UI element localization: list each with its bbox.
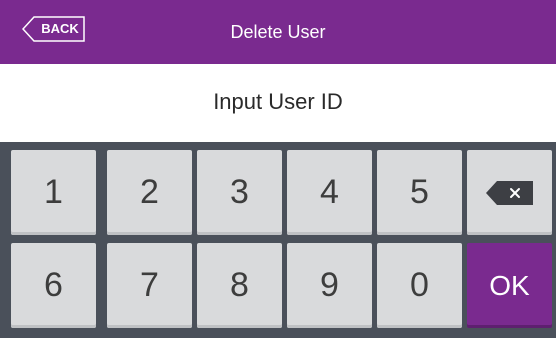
header-bar: BACK Delete User bbox=[0, 0, 556, 64]
ok-button[interactable]: OK bbox=[467, 243, 552, 328]
numeric-keypad: 1 2 3 4 5 6 7 8 9 0 OK bbox=[0, 142, 556, 338]
key-8[interactable]: 8 bbox=[197, 243, 282, 328]
backspace-icon bbox=[485, 180, 533, 205]
key-1[interactable]: 1 bbox=[11, 150, 96, 235]
input-prompt: Input User ID bbox=[213, 89, 343, 114]
key-7[interactable]: 7 bbox=[107, 243, 192, 328]
key-2[interactable]: 2 bbox=[107, 150, 192, 235]
key-0[interactable]: 0 bbox=[377, 243, 462, 328]
page-title: Delete User bbox=[230, 22, 326, 42]
key-4[interactable]: 4 bbox=[287, 150, 372, 235]
key-9[interactable]: 9 bbox=[287, 243, 372, 328]
backspace-button[interactable] bbox=[467, 150, 552, 235]
key-5[interactable]: 5 bbox=[377, 150, 462, 235]
key-3[interactable]: 3 bbox=[197, 150, 282, 235]
key-6[interactable]: 6 bbox=[11, 243, 96, 328]
